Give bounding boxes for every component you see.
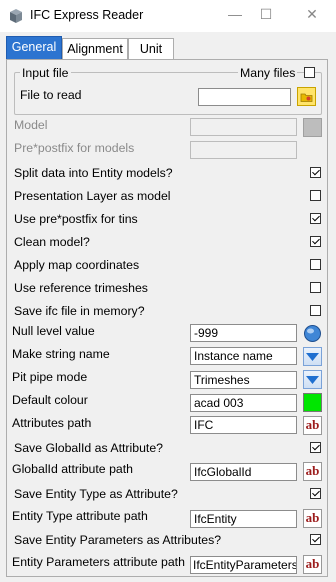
option-label: Clean model?: [14, 235, 90, 249]
option-label: Split data into Entity models?: [14, 166, 173, 180]
many-files-checkbox[interactable]: [304, 67, 315, 78]
null-level-calc-button[interactable]: [303, 324, 322, 343]
tab-bar: General Alignment Unit: [6, 36, 328, 60]
pit-pipe-mode-dropdown-button[interactable]: [303, 370, 322, 389]
null-level-input[interactable]: -999: [190, 324, 297, 342]
default-colour-input[interactable]: acad 003: [190, 394, 297, 412]
option-label: Save ifc file in memory?: [14, 304, 145, 318]
clean-model-checkbox[interactable]: [310, 236, 321, 247]
prepostfix-label: Pre*postfix for models: [14, 141, 135, 155]
maximize-button[interactable]: ☐: [254, 6, 278, 23]
option-label: Presentation Layer as model: [14, 189, 171, 203]
option-label: Use reference trimeshes: [14, 281, 148, 295]
minimize-button[interactable]: —: [223, 6, 247, 22]
attributes-path-label: Attributes path: [12, 416, 92, 430]
file-to-read-label: File to read: [20, 88, 82, 102]
panel-border: [6, 60, 7, 576]
tab-alignment[interactable]: Alignment: [62, 38, 128, 59]
prepostfix-input[interactable]: [190, 141, 297, 159]
model-input[interactable]: [190, 118, 297, 136]
file-to-read-input[interactable]: [198, 88, 291, 106]
save-entity-params-checkbox[interactable]: [310, 534, 321, 545]
option-label: Apply map coordinates: [14, 258, 140, 272]
presentation-layer-checkbox[interactable]: [310, 190, 321, 201]
map-coordinates-checkbox[interactable]: [310, 259, 321, 270]
chevron-down-icon: [306, 376, 319, 384]
pit-pipe-mode-select[interactable]: Trimeshes: [190, 371, 297, 389]
entity-type-path-label: Entity Type attribute path: [12, 509, 148, 523]
entity-type-path-ab-button[interactable]: ab: [303, 509, 322, 528]
entity-params-path-input[interactable]: IfcEntityParameters: [190, 556, 297, 574]
make-string-name-select[interactable]: Instance name: [190, 347, 297, 365]
close-button[interactable]: ✕: [300, 6, 324, 23]
input-file-group-label: Input file: [20, 66, 71, 80]
save-entity-type-label: Save Entity Type as Attribute?: [14, 487, 178, 501]
reference-trimeshes-checkbox[interactable]: [310, 282, 321, 293]
tab-divider: [6, 59, 328, 60]
window-title: IFC Express Reader: [30, 8, 144, 22]
split-entity-models-checkbox[interactable]: [310, 167, 321, 178]
default-colour-label: Default colour: [12, 393, 88, 407]
null-level-label: Null level value: [12, 324, 95, 338]
attributes-path-input[interactable]: IFC: [190, 416, 297, 434]
model-select-button[interactable]: [303, 118, 322, 137]
many-files-label: Many files: [238, 66, 298, 80]
folder-icon: [300, 93, 313, 102]
entity-params-path-label: Entity Parameters attribute path: [12, 555, 185, 569]
globalid-path-ab-button[interactable]: ab: [303, 462, 322, 481]
make-string-name-dropdown-button[interactable]: [303, 347, 322, 366]
chevron-down-icon: [306, 353, 319, 361]
browse-file-button[interactable]: [297, 87, 316, 106]
tab-general[interactable]: General: [6, 36, 62, 60]
save-entity-params-label: Save Entity Parameters as Attributes?: [14, 533, 222, 547]
globalid-path-label: GlobalId attribute path: [12, 462, 133, 476]
option-label: Use pre*postfix for tins: [14, 212, 138, 226]
attributes-path-ab-button[interactable]: ab: [303, 416, 322, 435]
save-globalid-checkbox[interactable]: [310, 442, 321, 453]
save-entity-type-checkbox[interactable]: [310, 488, 321, 499]
tab-unit[interactable]: Unit: [128, 38, 174, 59]
pit-pipe-mode-label: Pit pipe mode: [12, 370, 88, 384]
app-cube-icon: [10, 9, 22, 23]
colour-swatch-button[interactable]: [303, 393, 322, 412]
prepostfix-tins-checkbox[interactable]: [310, 213, 321, 224]
panel-border: [327, 60, 328, 576]
make-string-name-label: Make string name: [12, 347, 110, 361]
globalid-path-input[interactable]: IfcGlobalId: [190, 463, 297, 481]
save-globalid-label: Save GlobalId as Attribute?: [14, 441, 164, 455]
globe-icon: [304, 325, 321, 342]
entity-params-path-ab-button[interactable]: ab: [303, 555, 322, 574]
panel-border: [6, 576, 328, 577]
model-label: Model: [14, 118, 48, 132]
entity-type-path-input[interactable]: IfcEntity: [190, 510, 297, 528]
save-in-memory-checkbox[interactable]: [310, 305, 321, 316]
